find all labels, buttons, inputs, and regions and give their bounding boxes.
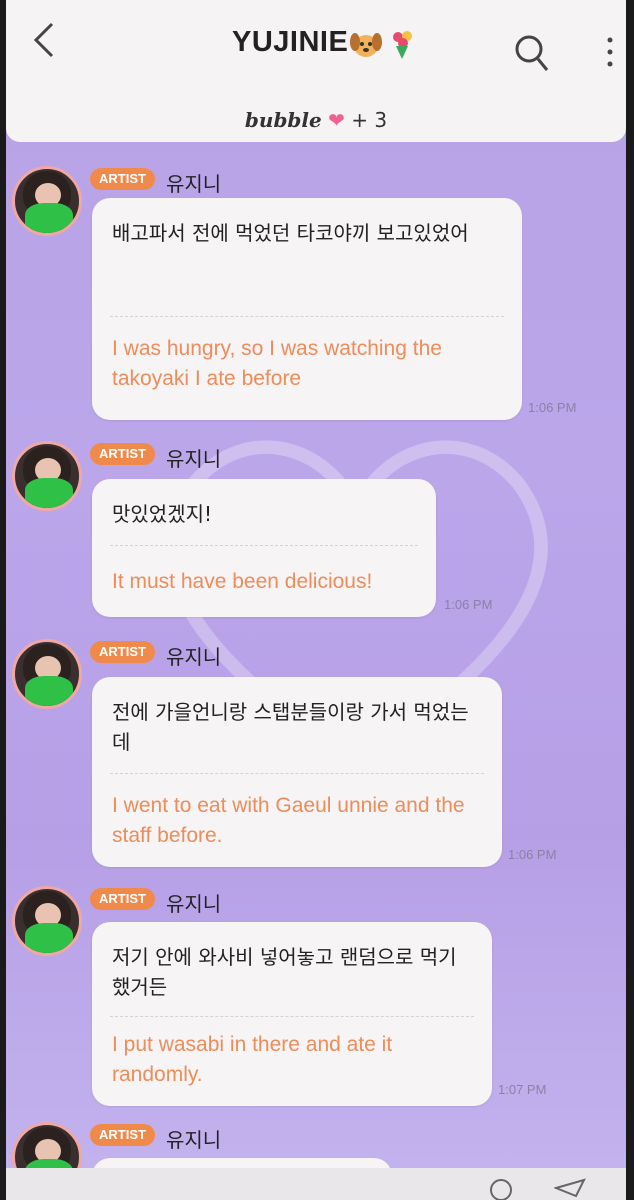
sender-name: 유지니 bbox=[166, 1128, 222, 1152]
translation-text: I went to eat with Gaeul unnie and the s… bbox=[112, 794, 465, 847]
translation-text: I was hungry, so I was watching the tako… bbox=[112, 337, 442, 390]
chat-header: YUJINIE bubble ❤ + 3 bbox=[6, 0, 626, 142]
avatar[interactable] bbox=[12, 166, 82, 236]
message-bubble[interactable]: 저기 안에 와사비 넣어놓고 랜덤으로 먹기 했거든 I put wasabi … bbox=[92, 922, 492, 1106]
translation-text: It must have been delicious! bbox=[112, 570, 373, 593]
timestamp: 1:06 PM bbox=[444, 597, 493, 612]
avatar[interactable] bbox=[12, 639, 82, 709]
send-icon[interactable] bbox=[554, 1178, 586, 1198]
divider bbox=[110, 773, 484, 774]
member-count: + 3 bbox=[351, 108, 388, 132]
timestamp: 1:07 PM bbox=[498, 1082, 547, 1097]
avatar[interactable] bbox=[12, 886, 82, 956]
korean-text: 저기 안에 와사비 넣어놓고 랜덤으로 먹기 했거든 bbox=[112, 945, 457, 999]
artist-badge: ARTIST bbox=[90, 168, 155, 190]
search-icon[interactable] bbox=[513, 33, 549, 73]
translation-text: I put wasabi in there and ate it randoml… bbox=[112, 1033, 393, 1086]
divider bbox=[110, 545, 418, 546]
korean-text: 전에 가을언니랑 스탭분들이랑 가서 먹었는데 bbox=[112, 700, 469, 754]
timestamp: 1:06 PM bbox=[508, 847, 557, 862]
artist-badge: ARTIST bbox=[90, 1124, 155, 1146]
avatar[interactable] bbox=[12, 441, 82, 511]
input-bar[interactable] bbox=[6, 1168, 626, 1200]
dog-face-emoji-icon bbox=[350, 33, 382, 57]
bubble-brand: bubble bbox=[244, 108, 322, 132]
emoji-icon[interactable] bbox=[488, 1176, 514, 1200]
artist-badge: ARTIST bbox=[90, 641, 155, 663]
sender-name: 유지니 bbox=[166, 447, 222, 471]
artist-badge: ARTIST bbox=[90, 888, 155, 910]
divider bbox=[110, 316, 504, 317]
more-options-icon[interactable] bbox=[606, 36, 614, 68]
heart-icon: ❤ bbox=[328, 108, 345, 132]
timestamp: 1:06 PM bbox=[528, 400, 577, 415]
member-summary[interactable]: bubble ❤ + 3 bbox=[6, 108, 626, 132]
sender-name: 유지니 bbox=[166, 645, 222, 669]
korean-text: 맛있었겠지! bbox=[112, 502, 213, 526]
chat-title: YUJINIE bbox=[232, 26, 349, 58]
korean-text: 배고파서 전에 먹었던 타코야끼 보고있었어 bbox=[112, 221, 469, 245]
sender-name: 유지니 bbox=[166, 892, 222, 916]
sender-name: 유지니 bbox=[166, 172, 222, 196]
bouquet-emoji-icon bbox=[393, 31, 412, 59]
artist-badge: ARTIST bbox=[90, 443, 155, 465]
message-bubble[interactable]: 배고파서 전에 먹었던 타코야끼 보고있었어 I was hungry, so … bbox=[92, 198, 522, 420]
chat-screen: YUJINIE bubble ❤ + 3 ARTIST 유지니 배고파서 전에 … bbox=[6, 0, 626, 1200]
divider bbox=[110, 1016, 474, 1017]
message-bubble[interactable]: 맛있었겠지! It must have been delicious! bbox=[92, 479, 436, 617]
message-bubble[interactable]: 전에 가을언니랑 스탭분들이랑 가서 먹었는데 I went to eat wi… bbox=[92, 677, 502, 867]
back-arrow-icon[interactable] bbox=[30, 20, 58, 60]
